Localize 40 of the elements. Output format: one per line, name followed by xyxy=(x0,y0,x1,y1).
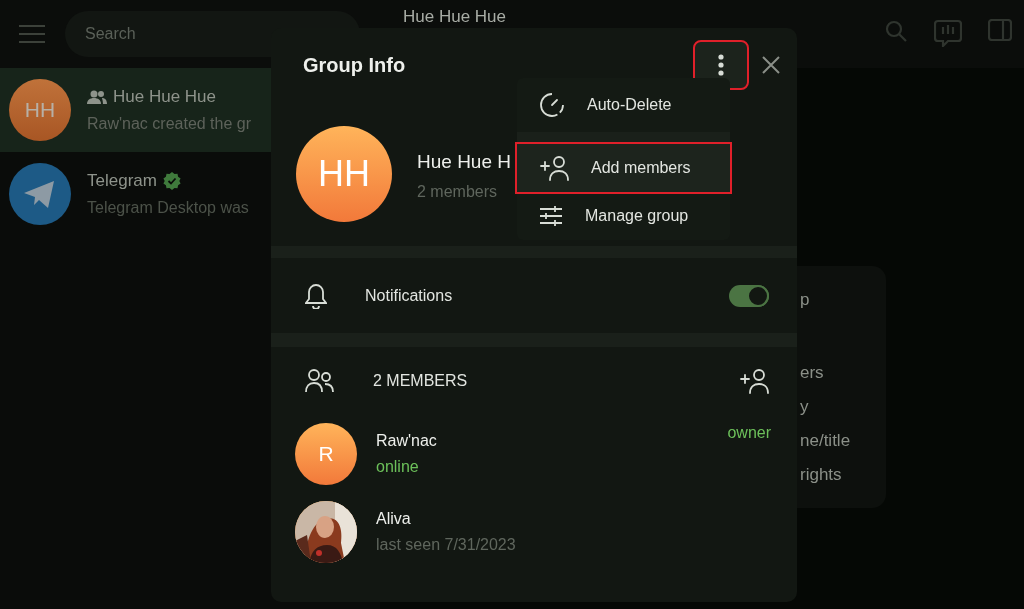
role-label: owner xyxy=(727,424,771,442)
menu-item[interactable]: Auto-Delete xyxy=(517,78,730,132)
card-text: ers xyxy=(800,362,825,384)
message-preview: Raw'nac created the gr xyxy=(87,115,252,133)
message-preview: Telegram Desktop was xyxy=(87,199,249,217)
bell-icon xyxy=(305,282,327,309)
members-heading: 2 MEMBERS xyxy=(373,372,469,390)
chat-name: Hue Hue Hue xyxy=(113,87,216,107)
more-icon xyxy=(718,54,724,76)
timer-icon xyxy=(539,92,565,118)
chat-title: Hue Hue Hue xyxy=(403,7,507,27)
sliders-icon xyxy=(539,205,563,227)
member-status: last seen 7/31/2023 xyxy=(376,536,517,554)
menu-item[interactable]: Manage group xyxy=(517,192,730,240)
menu-item[interactable]: Add members xyxy=(517,144,730,192)
add-member-button[interactable] xyxy=(739,368,769,394)
card-text: rights xyxy=(800,464,843,486)
avatar: HH xyxy=(9,79,71,141)
paper-plane-avatar xyxy=(9,163,71,225)
group-avatar: HH xyxy=(296,126,392,222)
member-item[interactable]: R Raw'nac online owner xyxy=(271,415,797,493)
menu-icon[interactable] xyxy=(19,25,45,43)
card-text: p xyxy=(800,289,811,311)
member-name: Aliva xyxy=(376,510,412,528)
group-icon xyxy=(87,90,107,104)
member-name: Raw'nac xyxy=(376,432,438,450)
member-avatar: R xyxy=(295,423,357,485)
card-text: ne/title xyxy=(800,430,852,452)
add-person-icon xyxy=(739,368,769,394)
member-count: 2 members xyxy=(417,183,499,201)
close-button[interactable] xyxy=(761,55,781,75)
member-item[interactable]: Aliva last seen 7/31/2023 xyxy=(271,493,797,571)
member-status: online xyxy=(376,458,420,476)
chat-name: Telegram xyxy=(87,171,157,191)
card-text: y xyxy=(800,396,810,418)
group-name: Hue Hue H xyxy=(417,151,511,173)
add-person-icon xyxy=(539,155,569,181)
people-icon xyxy=(305,369,335,393)
notifications-toggle[interactable] xyxy=(729,284,769,307)
notifications-label: Notifications xyxy=(365,286,454,305)
